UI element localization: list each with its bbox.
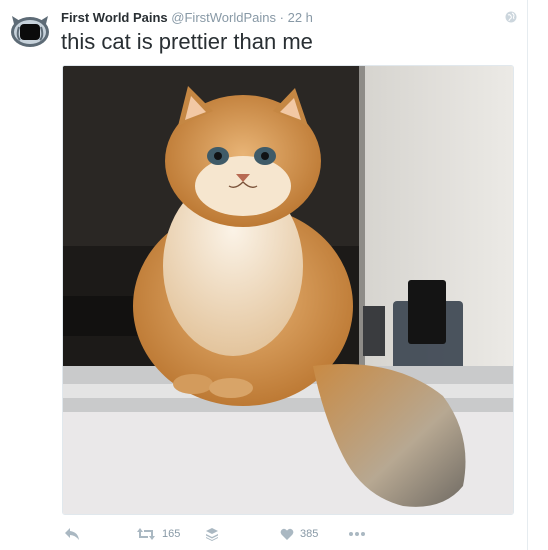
tweet-actions: 165 385	[62, 524, 522, 544]
separator: ·	[279, 10, 284, 25]
retweet-icon	[136, 527, 156, 541]
display-name[interactable]: First World Pains	[61, 10, 168, 25]
like-button[interactable]: 385	[280, 524, 318, 544]
reply-icon	[64, 527, 80, 541]
tweet-text: this cat is prettier than me	[61, 29, 313, 54]
username[interactable]: @FirstWorldPains	[171, 10, 276, 25]
buffer-button[interactable]	[205, 524, 219, 544]
tweet-photo[interactable]	[62, 65, 514, 515]
heart-icon	[280, 528, 294, 541]
more-dots-icon	[348, 531, 366, 537]
avatar-image	[11, 16, 49, 47]
reply-button[interactable]	[64, 524, 80, 544]
avatar[interactable]	[10, 10, 50, 50]
timestamp[interactable]: 22 h	[288, 10, 313, 25]
cat-photo	[63, 66, 513, 514]
globe-icon	[505, 10, 517, 23]
timeline-divider	[527, 0, 528, 550]
buffer-icon	[205, 527, 219, 541]
tweet[interactable]: First World Pains @FirstWorldPains · 22 …	[0, 0, 527, 550]
tweet-header: First World Pains @FirstWorldPains · 22 …	[61, 10, 313, 26]
retweet-button[interactable]: 165	[136, 524, 180, 544]
like-count: 385	[300, 528, 319, 540]
retweet-count: 165	[162, 528, 181, 540]
more-button[interactable]	[348, 524, 366, 544]
